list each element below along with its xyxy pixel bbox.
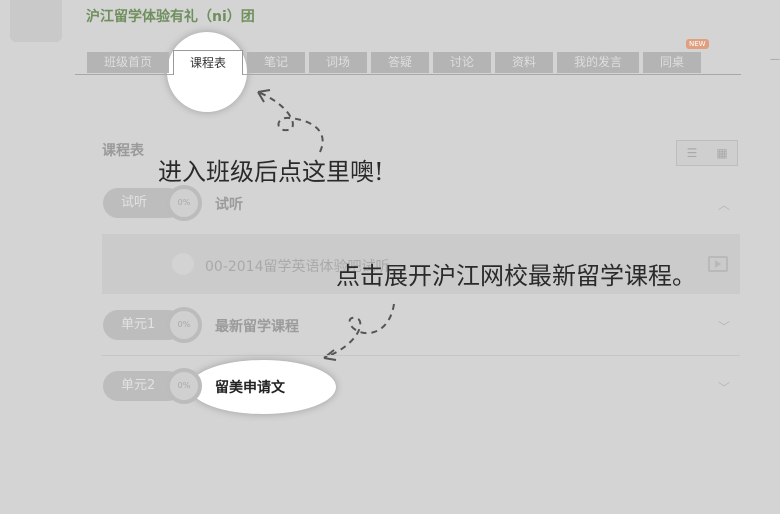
tab-my-posts[interactable]: 我的发言 [557,52,639,73]
chevron-down-icon[interactable]: ﹀ [718,379,730,396]
avatar[interactable] [10,0,62,42]
unit-name-highlighted[interactable]: 留美申请文 [215,377,285,397]
list-view-icon[interactable]: ☰ [677,141,707,165]
hint-text-unit: 点击展开沪江网校最新留学课程。 [336,262,696,290]
tab-qa[interactable]: 答疑 [371,52,429,73]
new-badge: NEW [686,39,709,49]
hint-text-tab: 进入班级后点这里噢! [158,158,384,186]
lesson-status-icon [172,253,194,275]
progress-ring: 0% [166,185,202,221]
tab-class-home[interactable]: 班级首页 [87,52,169,73]
arrow-to-unit-icon [323,303,395,361]
tab-deskmate[interactable]: 同桌 [643,52,701,73]
unit-name[interactable]: 最新留学课程 [215,316,299,336]
play-icon[interactable] [708,256,728,272]
tab-notes[interactable]: 笔记 [247,52,305,73]
progress-ring: 0% [166,307,202,343]
class-title: 沪江留学体验有礼（ni）团 [86,9,255,25]
tab-bar: 班级首页 课程表 笔记 词场 答疑 讨论 资料 我的发言 同桌 [75,50,741,75]
section-title: 课程表 [102,143,144,159]
tab-vocab[interactable]: 词场 [309,52,367,73]
divider [102,355,740,356]
progress-ring: 0% [166,368,202,404]
tab-schedule[interactable]: 课程表 [173,50,243,75]
arrow-to-tab-icon [257,89,324,153]
tab-discussion[interactable]: 讨论 [433,52,491,73]
scroll-indicator-icon: — [770,54,780,65]
view-toggle: ☰ ▦ [676,140,738,166]
grid-view-icon[interactable]: ▦ [707,141,737,165]
unit-name[interactable]: 试听 [215,194,243,214]
chevron-down-icon[interactable]: ﹀ [718,318,730,335]
chevron-up-icon[interactable]: ︿ [718,196,730,213]
tab-materials[interactable]: 资料 [495,52,553,73]
